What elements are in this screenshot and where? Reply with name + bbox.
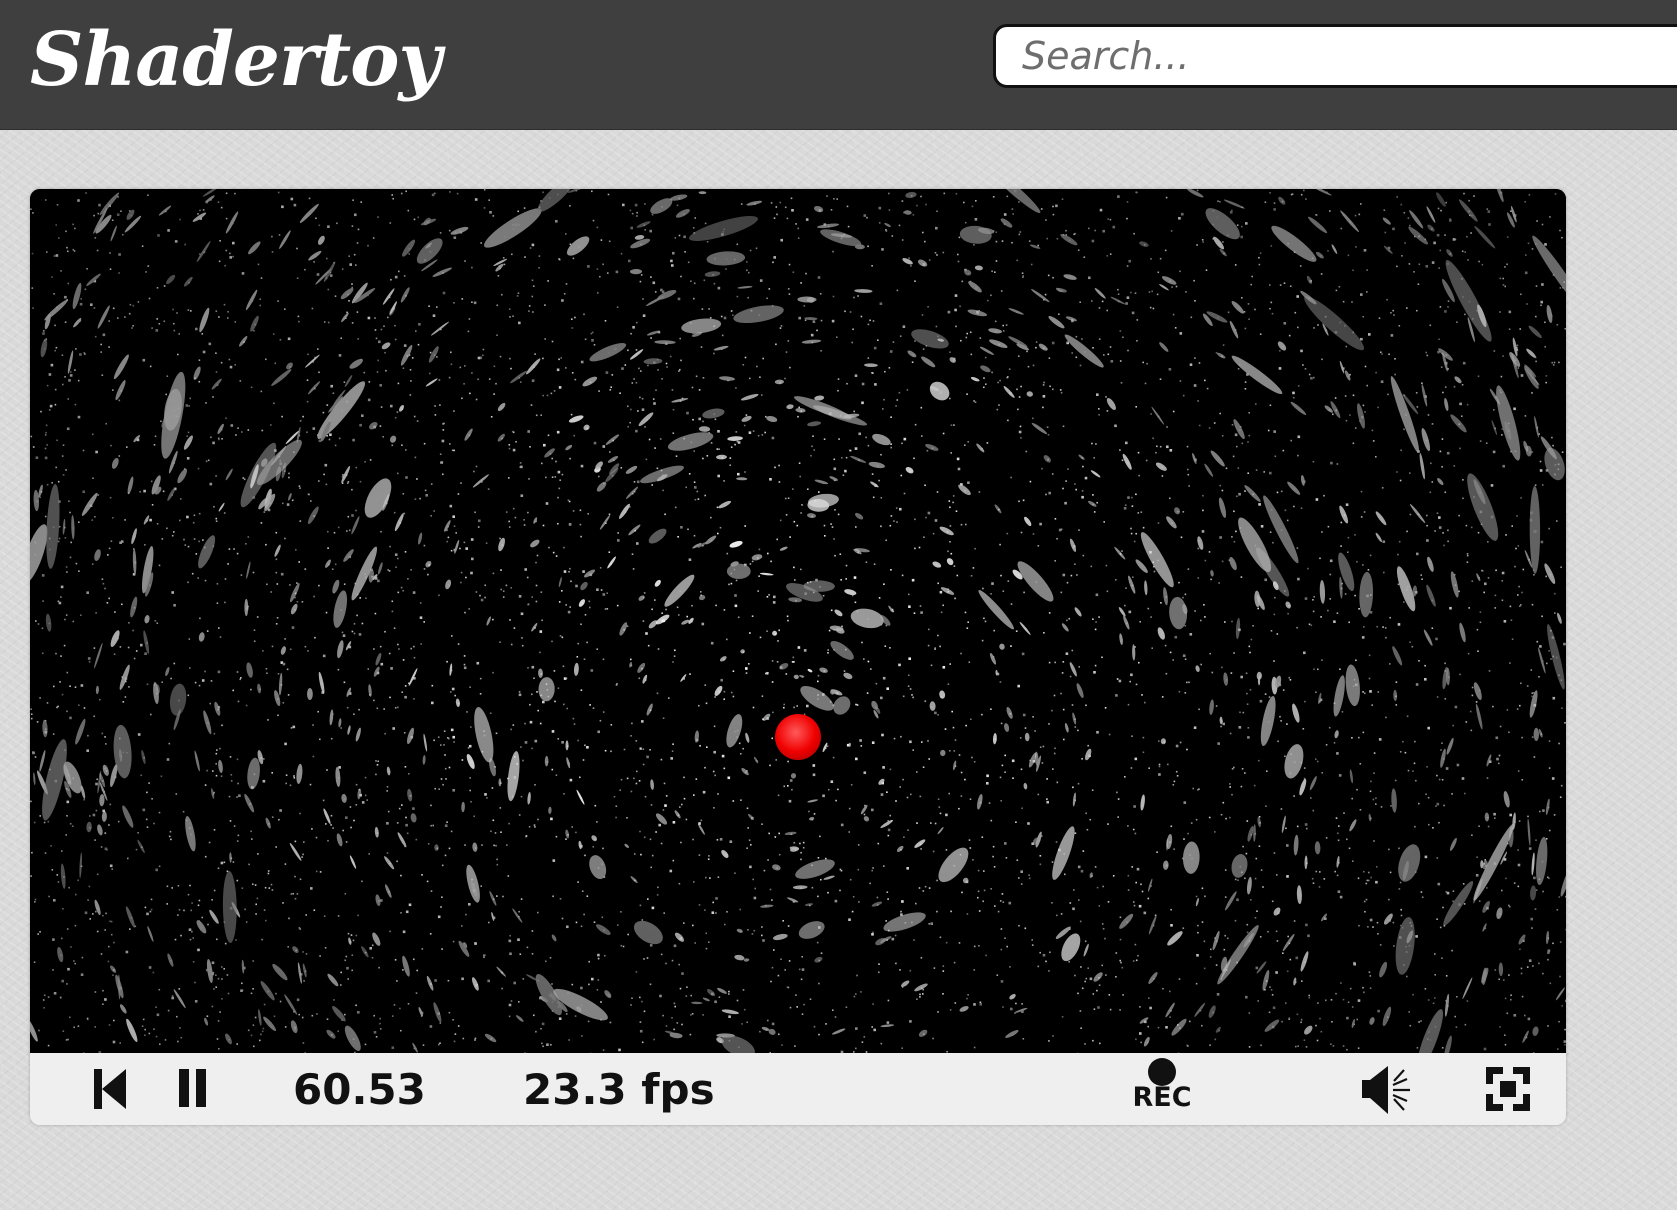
- search-input[interactable]: [993, 24, 1677, 88]
- rec-label: REC: [1132, 1082, 1192, 1113]
- rewind-button[interactable]: [90, 1067, 130, 1111]
- shader-player: 60.53 23.3 fps REC: [30, 189, 1566, 1125]
- volume-button[interactable]: [1360, 1063, 1420, 1117]
- fullscreen-icon: [1486, 1067, 1530, 1111]
- top-navigation-bar: Shadertoy: [0, 0, 1677, 129]
- volume-icon: [1362, 1066, 1410, 1114]
- pause-icon: [179, 1069, 206, 1107]
- time-readout: 60.53: [293, 1065, 426, 1114]
- player-controls-bar: 60.53 23.3 fps REC: [30, 1053, 1566, 1125]
- shader-canvas[interactable]: [30, 189, 1566, 1053]
- shadertoy-logo[interactable]: Shadertoy: [30, 12, 442, 108]
- skip-to-start-icon: [94, 1069, 126, 1109]
- pause-button[interactable]: [176, 1067, 210, 1111]
- record-button[interactable]: REC: [1130, 1057, 1194, 1121]
- shader-render: [30, 189, 1566, 1053]
- red-sphere: [775, 714, 821, 760]
- fullscreen-button[interactable]: [1486, 1067, 1530, 1111]
- fps-readout: 23.3 fps: [523, 1065, 715, 1114]
